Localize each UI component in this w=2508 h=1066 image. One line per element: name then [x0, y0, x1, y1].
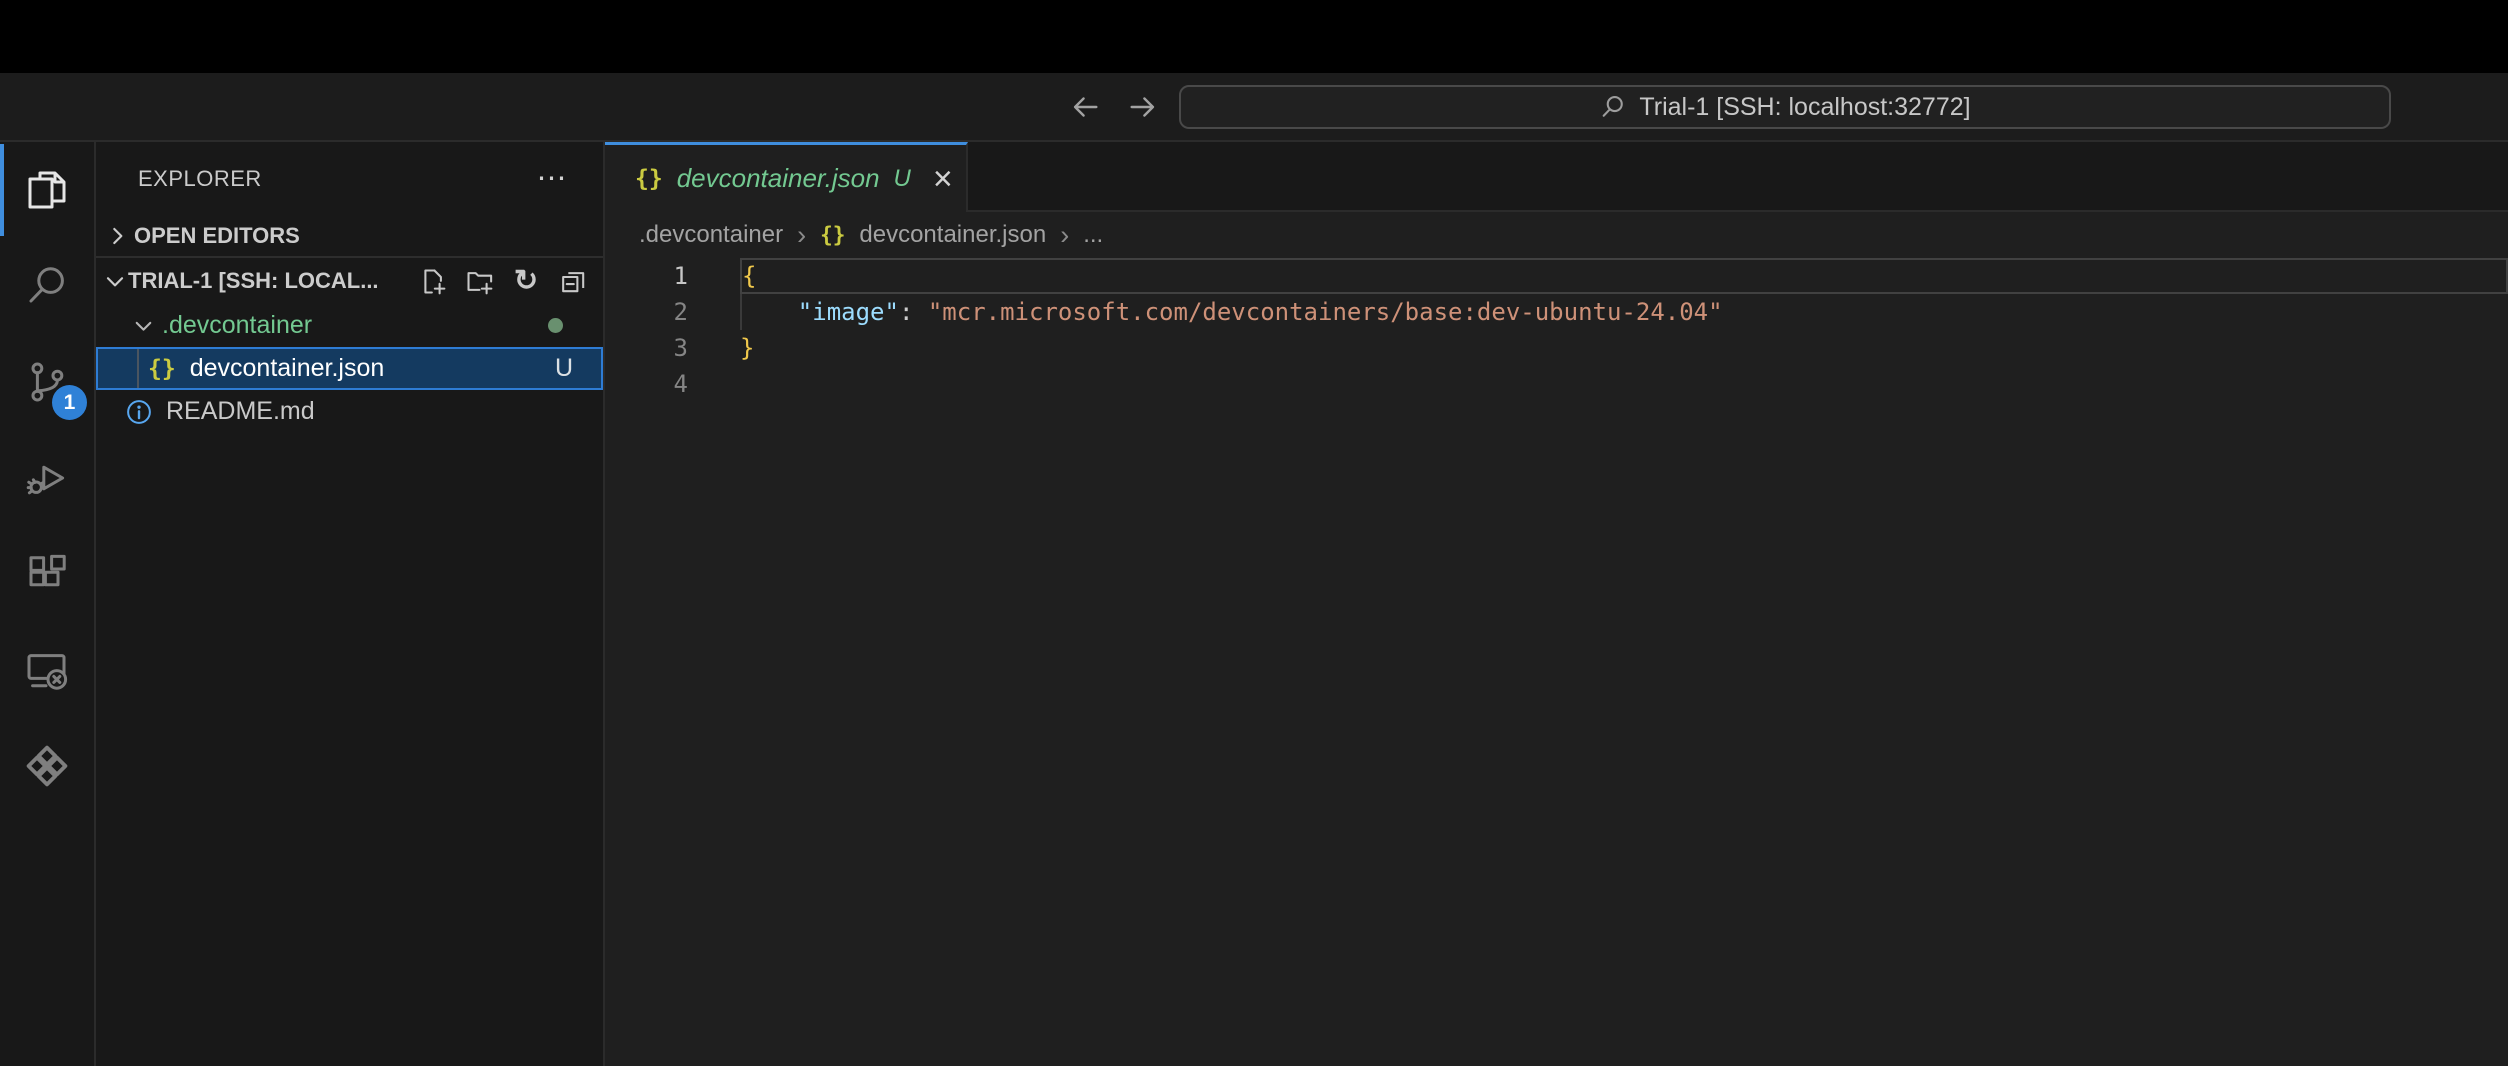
- tree-item-readme[interactable]: README.md: [96, 390, 603, 433]
- editor-group: {} devcontainer.json U × .devcontainer ›…: [605, 142, 2508, 1066]
- collapse-all-button[interactable]: [557, 265, 589, 297]
- code-token: "image": [798, 298, 899, 326]
- tab-devcontainer-json[interactable]: {} devcontainer.json U ×: [605, 142, 968, 212]
- json-file-icon: {}: [635, 166, 663, 192]
- open-editors-label: OPEN EDITORS: [134, 223, 300, 249]
- new-folder-button[interactable]: [463, 265, 495, 297]
- search-icon: [23, 262, 71, 310]
- activity-item-run-debug[interactable]: [0, 430, 94, 526]
- activity-item-remote-targets[interactable]: [0, 718, 94, 814]
- forward-arrow-icon[interactable]: [1126, 90, 1160, 124]
- line-number[interactable]: 4: [605, 366, 740, 402]
- code-token: :: [899, 298, 928, 326]
- code-line: 1{: [605, 258, 2508, 294]
- line-content[interactable]: {: [740, 258, 2508, 294]
- chevron-right-icon: [104, 223, 130, 249]
- new-file-icon: [417, 266, 448, 297]
- open-editors-section[interactable]: OPEN EDITORS: [96, 215, 603, 256]
- code-token: "mcr.microsoft.com/devcontainers/base:de…: [928, 298, 1723, 326]
- title-bar: Trial-1 [SSH: localhost:32772]: [0, 73, 2508, 142]
- scm-changes-badge: 1: [52, 385, 87, 420]
- refresh-button[interactable]: ↻: [510, 265, 542, 297]
- git-modified-dot-badge: [548, 318, 563, 333]
- line-content[interactable]: "image": "mcr.microsoft.com/devcontainer…: [740, 294, 2508, 330]
- line-content[interactable]: [740, 366, 2508, 402]
- json-file-icon: {}: [148, 356, 176, 382]
- activity-item-search[interactable]: [0, 238, 94, 334]
- explorer-sidebar: EXPLORER ⋯ OPEN EDITORS TRIAL-1 [SSH: LO…: [96, 142, 605, 1066]
- new-file-button[interactable]: [416, 265, 448, 297]
- chevron-down-icon: [131, 313, 156, 338]
- workspace-section-header[interactable]: TRIAL-1 [SSH: LOCAL... ↻: [96, 258, 603, 304]
- tab-bar: {} devcontainer.json U ×: [605, 142, 2508, 212]
- activity-item-remote-explorer[interactable]: [0, 622, 94, 718]
- activity-item-source-control[interactable]: 1: [0, 334, 94, 430]
- sidebar-title: EXPLORER: [138, 166, 262, 192]
- tab-git-status: U: [894, 165, 911, 193]
- activity-item-explorer[interactable]: [0, 142, 94, 238]
- chevron-right-icon: ›: [1060, 220, 1069, 251]
- file-name: devcontainer.json: [190, 354, 385, 383]
- more-actions-icon[interactable]: ⋯: [537, 164, 568, 194]
- code-line: 3}: [605, 330, 2508, 366]
- activity-item-extensions[interactable]: [0, 526, 94, 622]
- search-icon: [1599, 93, 1627, 121]
- code-area[interactable]: 1{2 "image": "mcr.microsoft.com/devconta…: [605, 258, 2508, 1066]
- folder-name: .devcontainer: [162, 311, 312, 340]
- line-number[interactable]: 2: [605, 294, 740, 330]
- refresh-icon: ↻: [514, 267, 538, 296]
- indent-guide: [137, 349, 139, 388]
- workspace-label: TRIAL-1 [SSH: LOCAL...: [128, 268, 416, 294]
- chevron-right-icon: ›: [797, 220, 806, 251]
- breadcrumb-folder[interactable]: .devcontainer: [639, 221, 783, 249]
- code-line: 4: [605, 366, 2508, 402]
- line-content[interactable]: }: [740, 330, 2508, 366]
- breadcrumbs: .devcontainer › {} devcontainer.json › .…: [605, 212, 2508, 258]
- history-nav: [1068, 73, 1160, 140]
- code-line: 2 "image": "mcr.microsoft.com/devcontain…: [605, 294, 2508, 330]
- tree-item-devcontainer-folder[interactable]: .devcontainer: [96, 304, 603, 347]
- code-token: {: [742, 262, 756, 290]
- files-icon: [23, 166, 71, 214]
- activity-bar: 1: [0, 142, 96, 1066]
- code-token: }: [740, 334, 754, 362]
- command-center-title: Trial-1 [SSH: localhost:32772]: [1639, 93, 1970, 122]
- collapse-all-icon: [558, 266, 589, 297]
- tab-label: devcontainer.json: [677, 163, 880, 194]
- remote-explorer-icon: [23, 646, 71, 694]
- line-number[interactable]: 3: [605, 330, 740, 366]
- tree-item-devcontainer-json[interactable]: {} devcontainer.json U: [96, 347, 603, 390]
- command-center[interactable]: Trial-1 [SSH: localhost:32772]: [1179, 85, 2391, 129]
- diamond-grid-icon: [23, 742, 71, 790]
- debug-play-bug-icon: [23, 454, 71, 502]
- json-file-icon: {}: [820, 223, 845, 247]
- new-folder-icon: [464, 266, 495, 297]
- indent-guide: [740, 294, 742, 330]
- breadcrumb-symbol[interactable]: ...: [1083, 221, 1103, 249]
- back-arrow-icon[interactable]: [1068, 90, 1102, 124]
- git-untracked-badge: U: [555, 354, 573, 383]
- menu-bar-strip: [0, 0, 2508, 73]
- line-number[interactable]: 1: [605, 258, 740, 294]
- code-token: [740, 298, 798, 326]
- sidebar-header: EXPLORER ⋯: [96, 142, 603, 215]
- info-icon: [124, 397, 154, 427]
- workspace-actions: ↻: [416, 265, 603, 297]
- file-name: README.md: [166, 397, 315, 426]
- extensions-icon: [23, 550, 71, 598]
- chevron-down-icon: [102, 268, 128, 294]
- close-tab-icon[interactable]: ×: [933, 162, 953, 196]
- breadcrumb-file[interactable]: devcontainer.json: [859, 221, 1046, 249]
- tab-bar-empty-space: [968, 142, 2508, 212]
